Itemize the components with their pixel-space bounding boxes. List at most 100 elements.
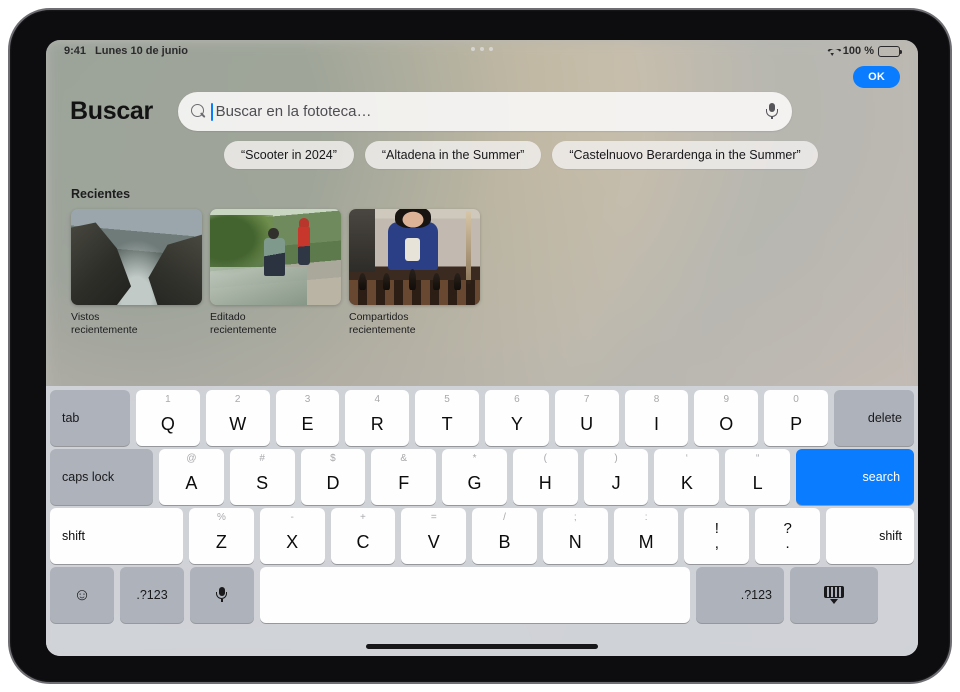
key-alt-label: 5 bbox=[444, 394, 450, 405]
key-alt-label: # bbox=[259, 453, 265, 464]
key-u[interactable]: 7 U bbox=[554, 390, 619, 446]
key-q[interactable]: 1 Q bbox=[136, 390, 200, 446]
home-indicator[interactable] bbox=[366, 644, 598, 649]
key-main-label: E bbox=[301, 413, 314, 434]
key-j[interactable]: ) J bbox=[583, 449, 649, 505]
key-shift-right[interactable]: shift bbox=[826, 508, 915, 564]
key-alt-label: 2 bbox=[234, 394, 241, 405]
key-alt-label: = bbox=[430, 512, 437, 523]
key-alt-label: - bbox=[290, 512, 294, 523]
key-delete[interactable]: delete bbox=[833, 390, 914, 446]
key-alt-label: 6 bbox=[514, 394, 520, 405]
key-l[interactable]: “ L bbox=[725, 449, 791, 505]
key-alt-label: “ bbox=[755, 453, 760, 464]
key-numbers-right[interactable]: .?123 bbox=[696, 567, 784, 623]
recents-title: Recientes bbox=[71, 187, 131, 201]
recents-card-label: Editado recientemente bbox=[210, 311, 277, 336]
key-e[interactable]: 3 E bbox=[275, 390, 340, 446]
key-p[interactable]: 0 P bbox=[764, 390, 828, 446]
multitask-dots-icon[interactable] bbox=[471, 47, 493, 51]
search-suggestions: “Scooter in 2024” “Altadena in the Summe… bbox=[224, 141, 818, 169]
emoji-icon[interactable]: ☺ bbox=[50, 567, 114, 623]
key-main-label: D bbox=[326, 472, 340, 493]
hide-keyboard-icon[interactable] bbox=[790, 567, 878, 623]
key-search-return[interactable]: search bbox=[796, 449, 915, 505]
key-c[interactable]: + C bbox=[330, 508, 396, 564]
key-caps-lock[interactable]: caps lock bbox=[50, 449, 153, 505]
key-w[interactable]: 2 W bbox=[205, 390, 270, 446]
key-shift-left[interactable]: shift bbox=[50, 508, 183, 564]
suggestion-chip[interactable]: “Altadena in the Summer” bbox=[364, 141, 542, 169]
key-alt-label: 0 bbox=[793, 394, 799, 405]
key-main-label: H bbox=[538, 472, 552, 493]
key-s[interactable]: # S bbox=[229, 449, 295, 505]
key-main-label: V bbox=[427, 531, 440, 552]
key-y[interactable]: 6 Y bbox=[484, 390, 549, 446]
key-alt-label: 7 bbox=[583, 394, 590, 405]
key-z[interactable]: % Z bbox=[189, 508, 254, 564]
microphone-icon[interactable] bbox=[765, 102, 779, 121]
recents-section: Recientes Vistos recientemente Editado rec… bbox=[71, 187, 480, 336]
key-g[interactable]: * G bbox=[442, 449, 507, 505]
battery-percent-label: 100 % bbox=[842, 45, 874, 57]
ipad-device-frame: 9:41 Lunes 10 de junio 100 % OK Buscar B… bbox=[8, 8, 952, 684]
key-r[interactable]: 4 R bbox=[345, 390, 410, 446]
key-main-label: G bbox=[467, 472, 482, 493]
search-placeholder: Buscar en la fototeca… bbox=[215, 103, 372, 120]
key-t[interactable]: 5 T bbox=[415, 390, 479, 446]
key-o[interactable]: 9 O bbox=[694, 390, 759, 446]
on-screen-keyboard: tab 1 Q 2 W 3 E 4 R 5 T 6 Y 7 U 8 I 9 O … bbox=[46, 386, 918, 656]
key-main-label: , bbox=[714, 534, 719, 552]
key-x[interactable]: - X bbox=[259, 508, 325, 564]
key-tab[interactable]: tab bbox=[50, 390, 130, 446]
key-alt-label: ( bbox=[543, 453, 547, 464]
page-title: Buscar bbox=[70, 97, 153, 125]
key-question-period[interactable]: ? . bbox=[755, 508, 821, 564]
key-space[interactable] bbox=[260, 567, 690, 623]
key-alt-label: * bbox=[472, 453, 477, 464]
key-a[interactable]: @ A bbox=[159, 449, 224, 505]
key-f[interactable]: & F bbox=[371, 449, 437, 505]
search-input[interactable]: Buscar en la fototeca… bbox=[177, 92, 792, 131]
key-alt-label: 8 bbox=[653, 394, 660, 405]
key-n[interactable]: ; N bbox=[542, 508, 608, 564]
microphone-icon[interactable] bbox=[190, 567, 254, 623]
key-alt-label: 9 bbox=[723, 394, 730, 405]
key-main-label: R bbox=[370, 413, 384, 434]
key-alt-label: & bbox=[400, 453, 408, 464]
key-b[interactable]: / B bbox=[472, 508, 537, 564]
key-alt-label: ; bbox=[573, 512, 577, 523]
key-main-label: T bbox=[441, 413, 453, 434]
key-main-label: S bbox=[256, 472, 269, 493]
coastal-cliffs-photo[interactable] bbox=[71, 209, 202, 305]
key-i[interactable]: 8 I bbox=[624, 390, 689, 446]
suggestion-chip[interactable]: “Castelnuovo Berardenga in the Summer” bbox=[552, 141, 818, 169]
key-alt-label: ‘ bbox=[685, 453, 688, 464]
search-icon bbox=[190, 104, 206, 119]
key-alt-label: 1 bbox=[165, 394, 171, 405]
key-d[interactable]: $ D bbox=[300, 449, 366, 505]
suggestion-chip[interactable]: “Scooter in 2024” bbox=[224, 141, 354, 169]
key-main-label: . bbox=[785, 534, 790, 552]
key-alt-label: @ bbox=[186, 453, 197, 464]
key-main-label: L bbox=[752, 472, 763, 493]
status-time: 9:41 bbox=[64, 45, 87, 57]
stream-hikers-photo[interactable] bbox=[210, 209, 341, 305]
key-numbers-left[interactable]: .?123 bbox=[120, 567, 184, 623]
ok-button[interactable]: OK bbox=[853, 66, 900, 88]
girl-playing-chess-photo[interactable] bbox=[349, 209, 480, 305]
key-main-label: B bbox=[498, 531, 511, 552]
key-m[interactable]: : M bbox=[613, 508, 679, 564]
key-exclam-comma[interactable]: ! , bbox=[684, 508, 750, 564]
recents-card-edited[interactable]: Editado recientemente bbox=[210, 209, 341, 336]
key-h[interactable]: ( H bbox=[512, 449, 578, 505]
key-k[interactable]: ‘ K bbox=[654, 449, 720, 505]
key-alt-label: % bbox=[216, 512, 226, 523]
recents-card-label: Compartidos recientemente bbox=[349, 311, 416, 336]
recents-card-shared[interactable]: Compartidos recientemente bbox=[349, 209, 480, 336]
key-v[interactable]: = V bbox=[401, 508, 467, 564]
key-main-label: O bbox=[719, 413, 734, 434]
recents-card-viewed[interactable]: Vistos recientemente bbox=[71, 209, 202, 336]
keyboard-row-2: caps lock @ A # S $ D & F * G (H) J ‘ … bbox=[50, 449, 915, 505]
key-main-label: M bbox=[638, 531, 654, 552]
